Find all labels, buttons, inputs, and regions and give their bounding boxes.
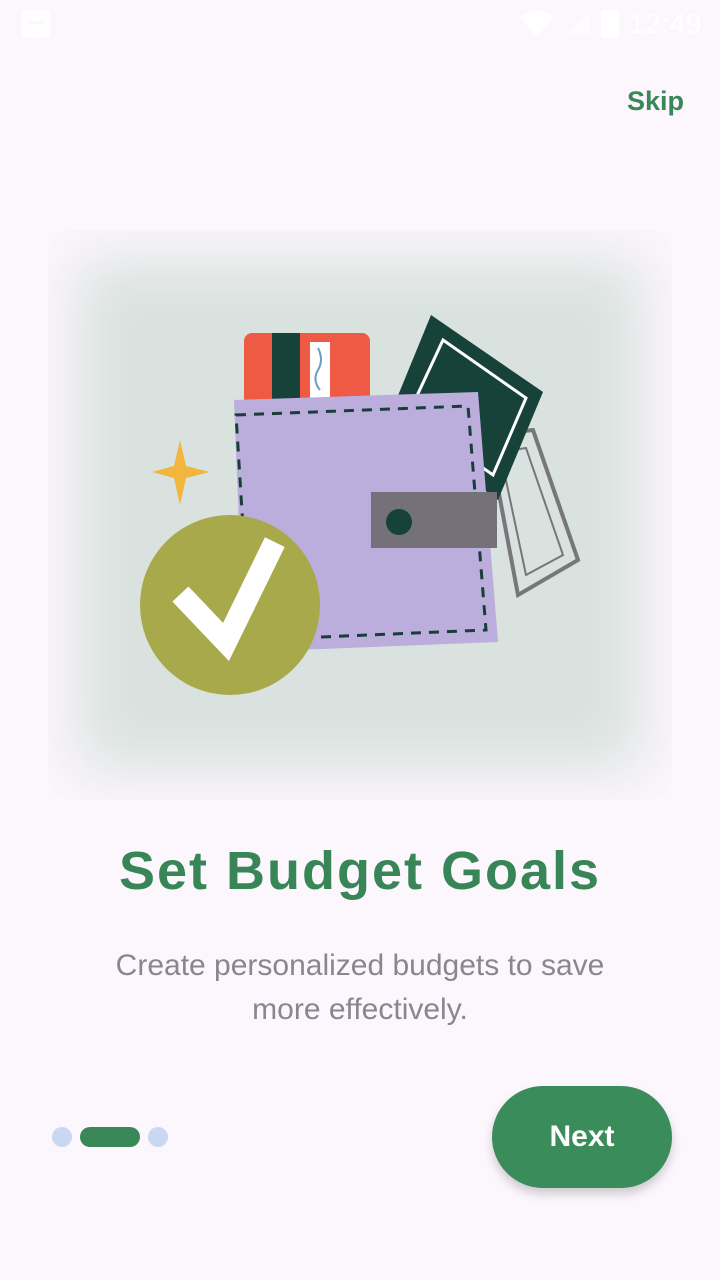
status-bar: 12:49 bbox=[0, 0, 720, 48]
wifi-icon bbox=[520, 10, 555, 37]
signal-icon bbox=[567, 13, 590, 35]
onboarding-illustration bbox=[48, 230, 672, 800]
status-time: 12:49 bbox=[629, 8, 702, 39]
app-notification-icon bbox=[22, 10, 50, 38]
page-dot-active bbox=[80, 1127, 140, 1147]
status-right: 12:49 bbox=[519, 6, 702, 42]
page-title: Set Budget Goals bbox=[118, 841, 602, 901]
skip-button[interactable]: Skip bbox=[627, 86, 684, 117]
sparkle-icon bbox=[152, 440, 210, 505]
checkmark-icon bbox=[140, 515, 320, 695]
next-button[interactable]: Next bbox=[492, 1086, 672, 1188]
page-indicator bbox=[52, 1126, 168, 1148]
battery-icon bbox=[601, 10, 620, 38]
page-dot bbox=[148, 1127, 168, 1147]
next-button-label: Next bbox=[549, 1120, 615, 1153]
page-subtitle: Create personalized budgets to save more… bbox=[115, 949, 605, 1026]
page-dot bbox=[52, 1127, 72, 1147]
